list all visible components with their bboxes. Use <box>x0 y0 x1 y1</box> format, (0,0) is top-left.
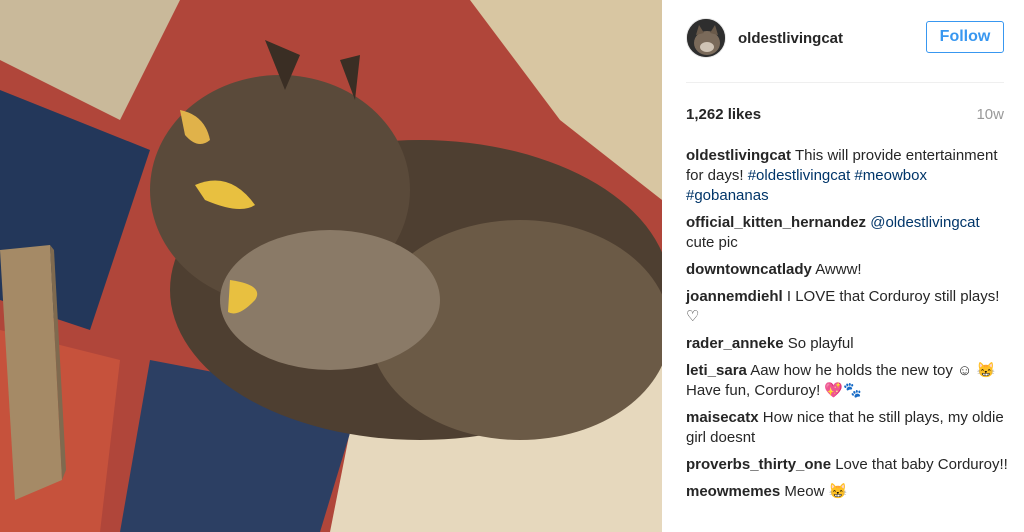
comment-username[interactable]: downtowncatlady <box>686 261 812 278</box>
post-username[interactable]: oldestlivingcat <box>738 30 843 47</box>
comment-username[interactable]: official_kitten_hernandez <box>686 214 866 231</box>
comment-item: oldestlivingcat This will provide entert… <box>686 146 1010 206</box>
comment-item: maisecatx How nice that he still plays, … <box>686 408 1010 448</box>
comment-username[interactable]: maisecatx <box>686 409 759 426</box>
comment-text: cute pic <box>686 234 738 251</box>
comment-username[interactable]: oldestlivingcat <box>686 147 791 164</box>
comment-text: So playful <box>787 335 854 352</box>
header-divider <box>686 82 1004 83</box>
comment-text: Meow 😸 <box>784 483 848 500</box>
post-photo[interactable] <box>0 0 662 532</box>
follow-button[interactable]: Follow <box>926 21 1004 53</box>
comment-username[interactable]: leti_sara <box>686 362 747 379</box>
post-timestamp[interactable]: 10w <box>976 106 1004 123</box>
comment-mention[interactable]: @oldestlivingcat <box>870 214 979 231</box>
comment-item: joannemdiehl I LOVE that Corduroy still … <box>686 287 1010 327</box>
comment-item: leti_sara Aaw how he holds the new toy ☺… <box>686 361 1010 401</box>
comment-text: Awww! <box>815 261 862 278</box>
comment-item: downtowncatlady Awww! <box>686 260 1010 280</box>
comment-username[interactable]: joannemdiehl <box>686 288 783 305</box>
comment-item: meowmemes Meow 😸 <box>686 482 1010 502</box>
comment-item: official_kitten_hernandez @oldestlivingc… <box>686 213 1010 253</box>
cat-on-rug-image <box>0 0 662 532</box>
comment-item: rader_anneke So playful <box>686 334 1010 354</box>
comment-username[interactable]: meowmemes <box>686 483 780 500</box>
comments-list: oldestlivingcat This will provide entert… <box>686 146 1010 509</box>
comment-item: proverbs_thirty_one Love that baby Cordu… <box>686 455 1010 475</box>
likes-count[interactable]: 1,262 likes <box>686 106 761 123</box>
avatar[interactable] <box>686 18 726 58</box>
post-header: oldestlivingcat Follow <box>686 18 1004 64</box>
post-sidebar: oldestlivingcat Follow 1,262 likes 10w o… <box>662 0 1024 532</box>
comment-username[interactable]: rader_anneke <box>686 335 784 352</box>
comment-username[interactable]: proverbs_thirty_one <box>686 456 831 473</box>
comment-text: Love that baby Corduroy!! <box>835 456 1008 473</box>
